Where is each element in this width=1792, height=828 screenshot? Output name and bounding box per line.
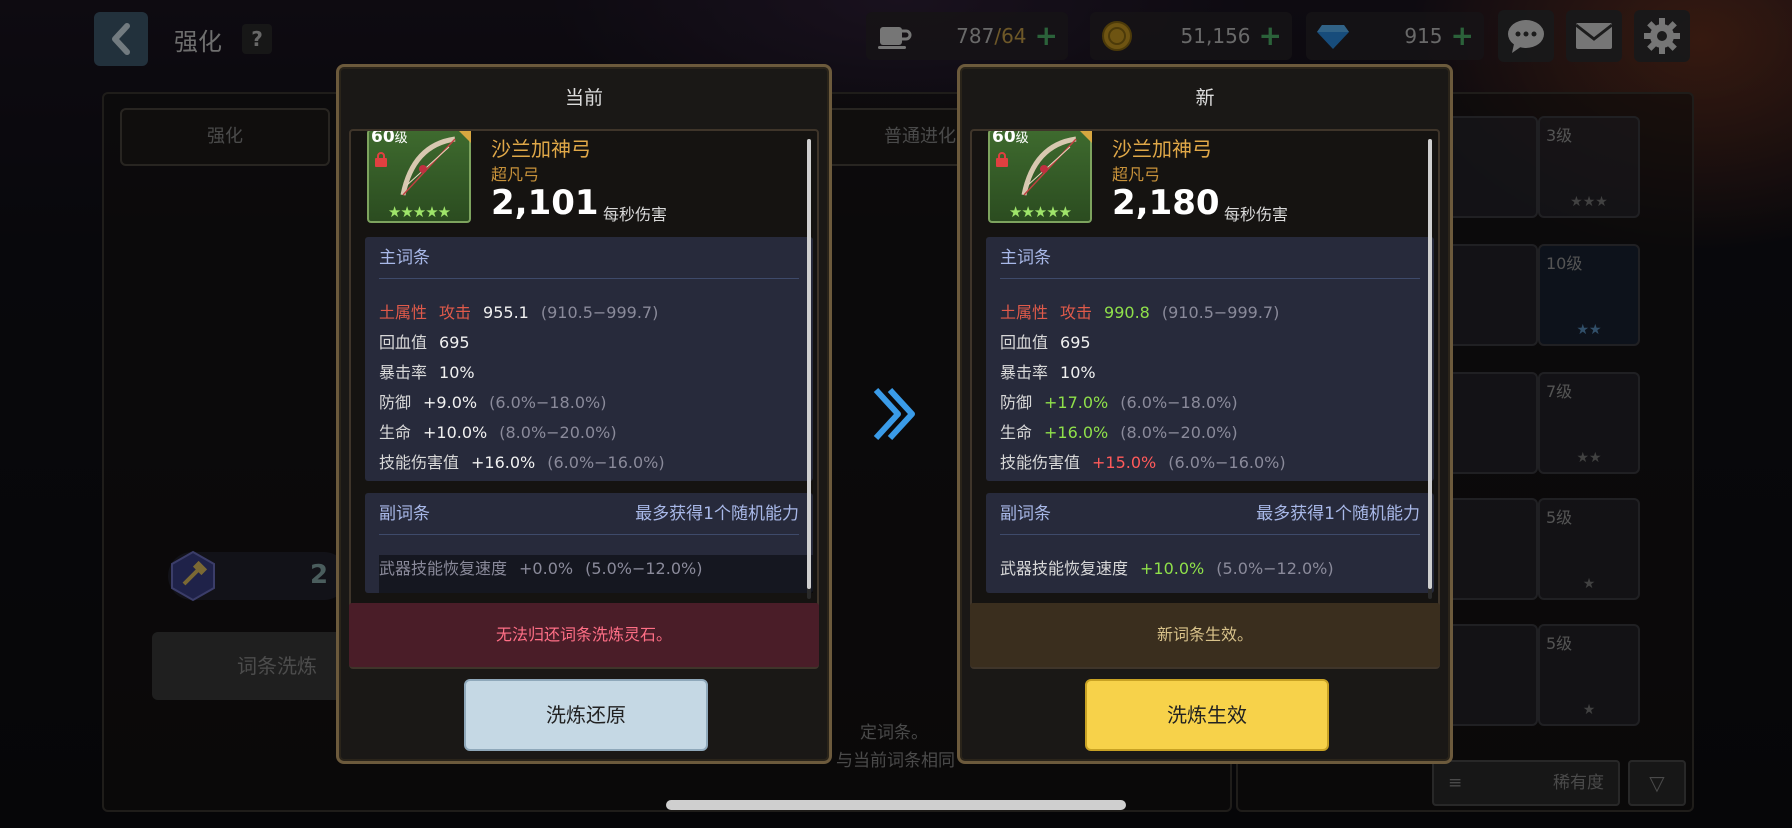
main-attributes-box: 主词条 土属性 攻击 990.8 (910.5−999.7) 回血值 695 暴击率 10…: [986, 237, 1434, 481]
main-attributes-box: 主词条 土属性 攻击 955.1 (910.5−999.7) 回血值 695 暴击率 10…: [365, 237, 813, 481]
current-attributes-scroll[interactable]: 60级 ★★★★★ 沙兰加神弓 超凡弓 2,101 每秒伤害 主词条 土属性 攻击…: [349, 129, 819, 669]
weapon-rarity: 超凡弓: [1112, 165, 1161, 184]
sub-attributes-box: 副词条 最多获得1个随机能力 武器技能恢复速度 +0.0% (5.0%−12.0%): [365, 493, 813, 593]
main-attributes-header: 主词条: [1000, 237, 1420, 279]
attribute-row: 生命 +10.0% (8.0%−20.0%): [379, 423, 617, 442]
current-panel: 当前 60级 ★★★★★ 沙兰加神弓 超凡弓 2,101 每秒伤害 主词条 土属…: [336, 64, 832, 764]
weapon-dps: 2,180: [1112, 183, 1220, 223]
bow-icon: [1021, 136, 1077, 196]
lock-icon: [375, 152, 387, 167]
weapon-name: 沙兰加神弓: [491, 137, 591, 161]
attribute-row: 防御 +17.0% (6.0%−18.0%): [1000, 393, 1238, 412]
main-attributes-header: 主词条: [379, 237, 799, 279]
weapon-name: 沙兰加神弓: [1112, 137, 1212, 161]
weapon-dps-label: 每秒伤害: [603, 205, 668, 224]
scrollbar-thumb[interactable]: [807, 139, 811, 589]
warning-notice: 无法归还词条洗炼灵石。: [349, 603, 819, 667]
sub-attributes-box: 副词条 最多获得1个随机能力 武器技能恢复速度 +10.0% (5.0%−12.0%): [986, 493, 1434, 593]
attribute-row: 暴击率 10%: [379, 363, 475, 382]
sub-attribute-row: 武器技能恢复速度 +10.0% (5.0%−12.0%): [1000, 559, 1334, 578]
attribute-row: 土属性 攻击 990.8 (910.5−999.7): [1000, 303, 1280, 322]
revert-reroll-button[interactable]: 洗炼还原: [464, 679, 708, 751]
attribute-row: 回血值 695: [379, 333, 470, 352]
sub-attributes-header: 副词条 最多获得1个随机能力: [379, 493, 799, 535]
weapon-dps: 2,101: [491, 183, 599, 223]
attribute-row: 技能伤害值 +16.0% (6.0%−16.0%): [379, 453, 665, 472]
rank-corner: [1078, 131, 1092, 143]
attribute-row: 回血值 695: [1000, 333, 1091, 352]
scrollbar[interactable]: [1428, 139, 1432, 599]
weapon-stars: ★★★★★: [1008, 203, 1072, 221]
apply-reroll-button[interactable]: 洗炼生效: [1085, 679, 1329, 751]
attribute-row: 土属性 攻击 955.1 (910.5−999.7): [379, 303, 659, 322]
new-panel-title: 新: [1195, 87, 1215, 109]
attribute-row: 技能伤害值 +15.0% (6.0%−16.0%): [1000, 453, 1286, 472]
attribute-row: 生命 +16.0% (8.0%−20.0%): [1000, 423, 1238, 442]
attribute-row: 防御 +9.0% (6.0%−18.0%): [379, 393, 607, 412]
sub-attributes-header: 副词条 最多获得1个随机能力: [1000, 493, 1420, 535]
home-indicator: [666, 800, 1126, 810]
weapon-dps-label: 每秒伤害: [1224, 205, 1289, 224]
current-panel-title: 当前: [564, 87, 603, 109]
sub-attribute-row: 武器技能恢复速度 +0.0% (5.0%−12.0%): [379, 555, 813, 593]
attribute-row: 暴击率 10%: [1000, 363, 1096, 382]
success-notice: 新词条生效。: [970, 603, 1440, 667]
new-weapon-icon: 60级 ★★★★★: [988, 131, 1092, 223]
new-panel: 新 60级 ★★★★★ 沙兰加神弓 超凡弓 2,180 每秒伤害 主词条 土属性…: [957, 64, 1453, 764]
double-chevron-right-icon: [873, 387, 915, 441]
weapon-rarity: 超凡弓: [491, 165, 540, 184]
rank-corner: [457, 131, 471, 143]
current-weapon-icon: 60级 ★★★★★: [367, 131, 471, 223]
new-attributes-scroll[interactable]: 60级 ★★★★★ 沙兰加神弓 超凡弓 2,180 每秒伤害 主词条 土属性 攻击…: [970, 129, 1440, 669]
lock-icon: [996, 152, 1008, 167]
scrollbar-thumb[interactable]: [1428, 139, 1432, 589]
weapon-stars: ★★★★★: [387, 203, 451, 221]
scrollbar[interactable]: [807, 139, 811, 599]
bow-icon: [400, 136, 456, 196]
